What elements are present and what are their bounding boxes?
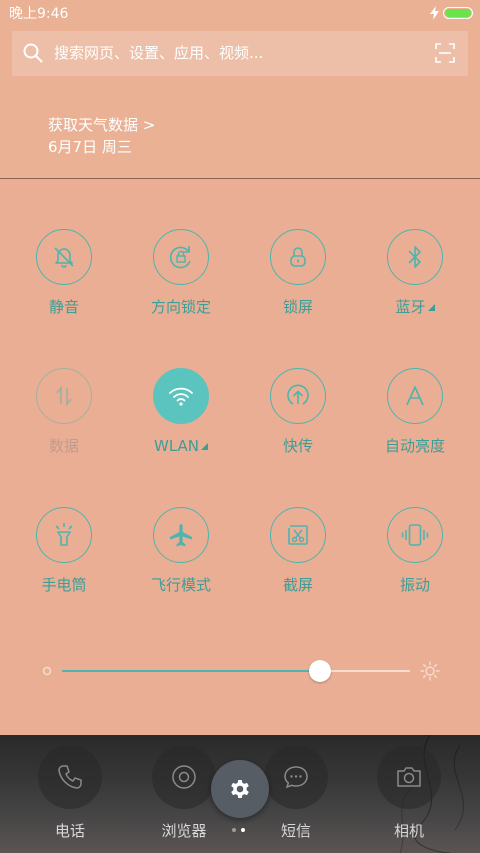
toggle-quick-share[interactable]: 快传 [244,368,354,468]
brightness-low-icon [42,666,52,676]
bell-off-icon [54,247,74,268]
toggle-mute[interactable]: 静音 [10,229,120,329]
status-time: 晚上9:46 [9,6,69,22]
lightning-icon [430,6,439,20]
toggle-lock-screen-label: 锁屏 [282,298,313,316]
toggle-auto-brightness[interactable]: 自动亮度 [361,368,471,468]
browser-icon [172,765,196,789]
bluetooth-icon [408,246,421,268]
toggle-airplane-mode-button[interactable] [153,507,209,563]
toggle-mute-button[interactable] [36,229,92,285]
settings-button[interactable] [211,760,269,818]
weather-date: 6月7日 周三 [48,138,132,156]
dock-app-camera[interactable]: 相机 [361,745,457,853]
page-dot [232,828,236,832]
flashlight-icon [55,523,73,546]
scan-icon[interactable] [435,43,455,63]
toggle-bluetooth[interactable]: 蓝牙 [361,229,471,329]
brightness-thumb[interactable] [308,660,331,682]
toggle-auto-brightness-button[interactable] [387,368,443,424]
toggle-quick-share-label: 快传 [282,437,313,455]
dock-app-label: 浏览器 [161,822,207,840]
toggle-mobile-data-label: 数据 [48,437,79,455]
toggle-rotation-lock-label: 方向锁定 [150,298,211,316]
toggle-vibrate-label: 振动 [399,576,430,594]
dock-app-phone-icon-bg [38,745,102,809]
toggle-flashlight-label: 手电筒 [41,576,87,594]
toggle-airplane-mode-label: 飞行模式 [150,576,211,594]
toggle-screenshot-button[interactable] [270,507,326,563]
brightness-track[interactable] [62,660,410,682]
toggle-lock-screen[interactable]: 锁屏 [244,229,354,329]
battery-icon [443,7,473,19]
toggle-wlan[interactable]: WLAN [127,368,237,468]
more-options-indicator [201,443,208,450]
toggle-vibrate-button[interactable] [387,507,443,563]
mobile-data-icon [56,385,72,407]
toggle-airplane-mode[interactable]: 飞行模式 [127,507,237,607]
brightness-slider[interactable] [40,655,440,687]
rotation-lock-icon [169,246,191,269]
toggle-flashlight-button[interactable] [36,507,92,563]
search-icon [23,43,43,63]
wifi-icon [169,387,193,406]
dock-app-phone[interactable]: 电话 [22,745,118,853]
dock-app-messages-icon-bg [264,745,328,809]
camera-icon [397,767,421,787]
toggle-wlan-button[interactable] [153,368,209,424]
message-icon [284,766,308,789]
toggle-flashlight[interactable]: 手电筒 [10,507,120,607]
toggle-bluetooth-button[interactable] [387,229,443,285]
airplane-icon [170,524,192,547]
search-placeholder: 搜索网页、设置、应用、视频... [54,44,264,62]
quick-share-icon [287,384,309,405]
toggle-rotation-lock-button[interactable] [153,229,209,285]
screen: 搜索网页、设置、应用、视频... 获取天气数据 > 6月7日 周三 晚上9:46 [0,0,480,853]
toggle-wlan-label: WLAN [127,436,235,456]
toggle-auto-brightness-label: 自动亮度 [384,437,445,455]
toggle-quick-share-button[interactable] [270,368,326,424]
toggle-screenshot[interactable]: 截屏 [244,507,354,607]
auto-brightness-icon [406,386,424,406]
weather-link[interactable]: 获取天气数据 > [48,116,155,134]
dock-app-label: 电话 [54,822,85,840]
page-dot-current [241,828,245,832]
toggle-mobile-data-button[interactable] [36,368,92,424]
dock-app-browser-icon-bg [152,745,216,809]
lock-icon [290,247,306,267]
screenshot-icon [288,525,308,545]
toggle-mobile-data[interactable]: 数据 [10,368,120,468]
toggle-vibrate[interactable]: 振动 [361,507,471,607]
toggle-lock-screen-button[interactable] [270,229,326,285]
status-indicators [430,6,473,20]
toggle-rotation-lock[interactable]: 方向锁定 [127,229,237,329]
brightness-high-icon [420,661,440,681]
dock-app-label: 短信 [280,822,311,840]
more-options-indicator [427,304,435,311]
brightness-fill [62,670,320,672]
toggle-bluetooth-label: 蓝牙 [361,297,469,317]
phone-icon [58,765,82,789]
page-indicator [232,828,245,832]
dock-app-label: 相机 [393,822,424,840]
dock-app-camera-icon-bg [377,745,441,809]
toggle-screenshot-label: 截屏 [282,576,313,594]
battery-level [445,9,471,17]
search-bar[interactable]: 搜索网页、设置、应用、视频... [12,31,468,76]
vibrate-icon [401,524,429,546]
toggle-mute-label: 静音 [48,298,79,316]
status-bar: 晚上9:46 [0,0,480,28]
gear-icon [231,780,249,798]
